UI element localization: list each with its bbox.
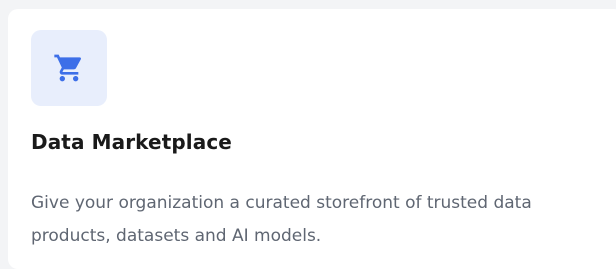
icon-tile	[31, 30, 107, 106]
card-description: Give your organization a curated storefr…	[31, 193, 532, 246]
card-title: Data Marketplace	[31, 130, 232, 154]
shopping-cart-icon	[54, 54, 82, 82]
data-marketplace-card[interactable]: Data Marketplace Give your organization …	[8, 9, 616, 269]
